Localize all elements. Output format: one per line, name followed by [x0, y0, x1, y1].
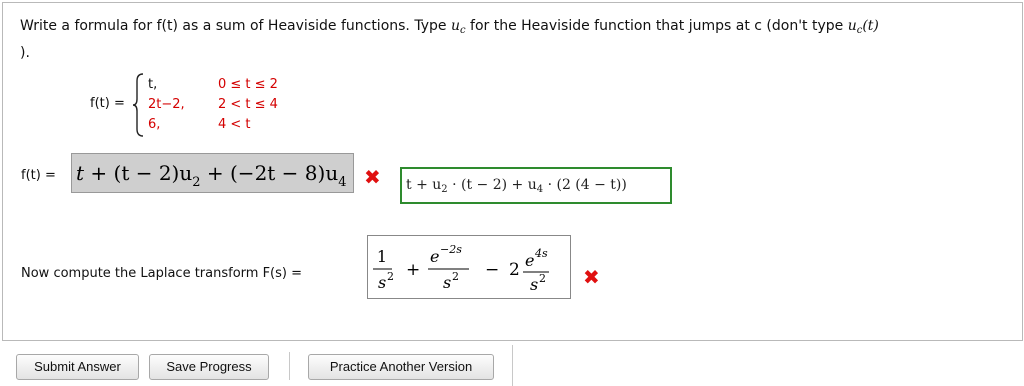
piecewise-cond-1: 0 ≤ t ≤ 2 [218, 77, 278, 92]
left-brace-icon [132, 73, 144, 137]
term1-denominator-exp: 2 [387, 270, 394, 283]
plus-sign: + [406, 260, 420, 280]
term3-denominator-exp: 2 [539, 272, 546, 285]
term2-numerator: e [430, 247, 439, 266]
piecewise-expr-3: 6, [148, 117, 161, 132]
term2-denominator-exp: 2 [452, 270, 459, 283]
question-prompt: Write a formula for f(t) as a sum of Hea… [20, 15, 1010, 64]
save-progress-button[interactable]: Save Progress [149, 354, 269, 380]
piecewise-expr-1: t, [148, 77, 158, 92]
correct-answer-box: t + u2 · (t − 2) + u4 · (2 (4 − t)) [400, 167, 672, 204]
term3-denominator: s [530, 275, 538, 294]
piecewise-cond-2: 2 < t ≤ 4 [218, 97, 278, 112]
answer1-input[interactable]: t + (t − 2)u2 + (−2t − 8)u4 [71, 153, 354, 193]
uc-symbol: uc [450, 18, 466, 36]
question-panel: Write a formula for f(t) as a sum of Hea… [2, 2, 1023, 341]
term3-numerator: e [525, 251, 534, 270]
term2-denominator: s [443, 273, 451, 292]
submit-answer-button[interactable]: Submit Answer [16, 354, 139, 380]
term1-numerator: 1 [377, 247, 387, 266]
answer1-label: f(t) = [21, 168, 56, 183]
panel-edge-divider [512, 345, 513, 386]
minus-sign: − [485, 260, 499, 280]
piecewise-label: f(t) = [90, 96, 125, 111]
term3-numerator-exp: 4s [534, 247, 548, 260]
button-divider [289, 352, 290, 380]
practice-another-version-button[interactable]: Practice Another Version [308, 354, 494, 380]
laplace-answer-input[interactable]: 1 s 2 + e −2s s 2 − 2 e 4s s 2 [367, 235, 571, 299]
piecewise-expr-2: 2t−2, [148, 97, 185, 112]
term2-numerator-exp: −2s [440, 243, 462, 256]
prompt-text-mid: for the Heaviside function that jumps at… [465, 18, 848, 34]
term1-denominator: s [378, 273, 386, 292]
laplace-label: Now compute the Laplace transform F(s) = [21, 266, 302, 281]
incorrect-x-icon: ✖ [583, 265, 600, 289]
incorrect-x-icon: ✖ [364, 165, 381, 189]
prompt-end: ). [20, 45, 30, 61]
coefficient: 2 [509, 260, 520, 280]
uc-of-t-symbol: uc(t) [847, 18, 879, 36]
prompt-text: Write a formula for f(t) as a sum of Hea… [20, 18, 451, 34]
piecewise-cond-3: 4 < t [218, 117, 251, 132]
